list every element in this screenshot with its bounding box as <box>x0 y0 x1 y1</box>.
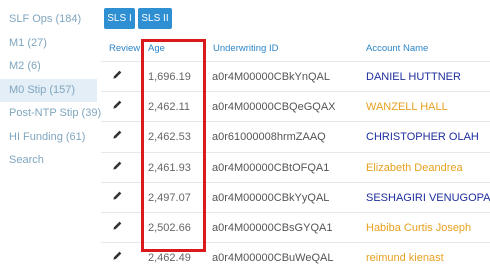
age-cell: 2,497.07 <box>148 191 191 204</box>
age-cell: 2,462.49 <box>148 252 191 265</box>
table-row: 2,462.49 a0r4M00000CBuWeQAL reimund kienas… <box>101 242 490 273</box>
account-name-link[interactable]: DANIEL HUTTNER <box>366 62 461 92</box>
underwriting-id-cell: a0r4M00000CBuWeQAL <box>212 252 334 265</box>
underwriting-id-cell: a0r4M00000CBsGYQA1 <box>212 222 333 234</box>
review-cell <box>112 92 123 122</box>
underwriting-id-cell: a0r4M00000CBkYnQAL <box>212 71 331 83</box>
sls-i-button[interactable]: SLS I <box>104 8 135 29</box>
table-row: 1,696.19 a0r4M00000CBkYnQAL DANIEL HUTTNER <box>101 61 490 92</box>
account-name-link[interactable]: WANZELL HALL <box>366 92 448 122</box>
underwriting-id-cell: a0r4M00000CBkYyQAL <box>212 191 330 204</box>
pencil-icon[interactable] <box>112 92 123 122</box>
header-review[interactable]: Review <box>109 43 140 54</box>
age-cell: 2,462.53 <box>148 131 191 144</box>
account-name-link[interactable]: Elizabeth Deandrea <box>366 153 463 183</box>
underwriting-id-cell: a0r4M00000CBtOFQA1 <box>212 161 330 174</box>
sidebar-item-m2[interactable]: M2 (6) <box>0 55 97 79</box>
review-cell <box>112 122 123 152</box>
age-cell: 2,462.11 <box>148 101 191 114</box>
review-cell <box>112 243 123 273</box>
header-underwriting-id[interactable]: Underwriting ID <box>213 43 278 54</box>
underwriting-id-cell: a0r61000008hrmZAAQ <box>212 131 326 144</box>
pencil-icon[interactable] <box>112 62 123 92</box>
pencil-icon[interactable] <box>112 243 123 273</box>
table-row: 2,461.93 a0r4M00000CBtOFQA1 Elizabeth Dean… <box>101 151 490 183</box>
sidebar: SLF Ops (184) M1 (27) M2 (6) M0 Stip (15… <box>0 8 101 173</box>
review-cell <box>112 62 123 92</box>
age-cell: 1,696.19 <box>148 71 191 83</box>
age-cell: 2,461.93 <box>148 161 191 174</box>
pencil-icon[interactable] <box>112 183 123 213</box>
table-row: 2,462.11 a0r4M00000CBQeGQAX WANZELL HALL <box>101 91 490 122</box>
sidebar-item-hi-funding[interactable]: HI Funding (61) <box>0 126 97 150</box>
sidebar-item-m0-stip[interactable]: M0 Stip (157) <box>0 78 97 102</box>
sidebar-item-m1[interactable]: M1 (27) <box>0 32 97 56</box>
sls-ii-button[interactable]: SLS II <box>138 8 172 29</box>
underwriting-id-cell: a0r4M00000CBQeGQAX <box>212 101 336 114</box>
account-name-link[interactable]: CHRISTOPHER OLAH <box>366 122 479 152</box>
sidebar-item-slf-ops[interactable]: SLF Ops (184) <box>0 8 97 32</box>
header-age[interactable]: Age <box>148 43 165 54</box>
sidebar-item-search[interactable]: Search <box>0 149 97 173</box>
pencil-icon[interactable] <box>112 213 123 243</box>
pencil-icon[interactable] <box>112 122 123 152</box>
account-name-link[interactable]: SESHAGIRI VENUGOPAL <box>366 183 490 213</box>
header-account-name[interactable]: Account Name <box>366 43 428 54</box>
sidebar-item-post-ntp-stip[interactable]: Post-NTP Stip (39) <box>0 102 101 126</box>
review-cell <box>112 153 123 183</box>
pencil-icon[interactable] <box>112 153 123 183</box>
review-cell <box>112 183 123 213</box>
account-name-link[interactable]: Habiba Curtis Joseph <box>366 213 471 243</box>
table-row: 2,462.53 a0r61000008hrmZAAQ CHRISTOPHER OL… <box>101 121 490 152</box>
age-cell: 2,502.66 <box>148 222 191 234</box>
account-name-link[interactable]: reimund kienast <box>366 243 444 273</box>
table-row: 2,502.66 a0r4M00000CBsGYQA1 Habiba Curtis … <box>101 212 490 243</box>
table-row: 2,497.07 a0r4M00000CBkYyQAL SESHAGIRI VENU… <box>101 181 490 213</box>
review-cell <box>112 213 123 243</box>
